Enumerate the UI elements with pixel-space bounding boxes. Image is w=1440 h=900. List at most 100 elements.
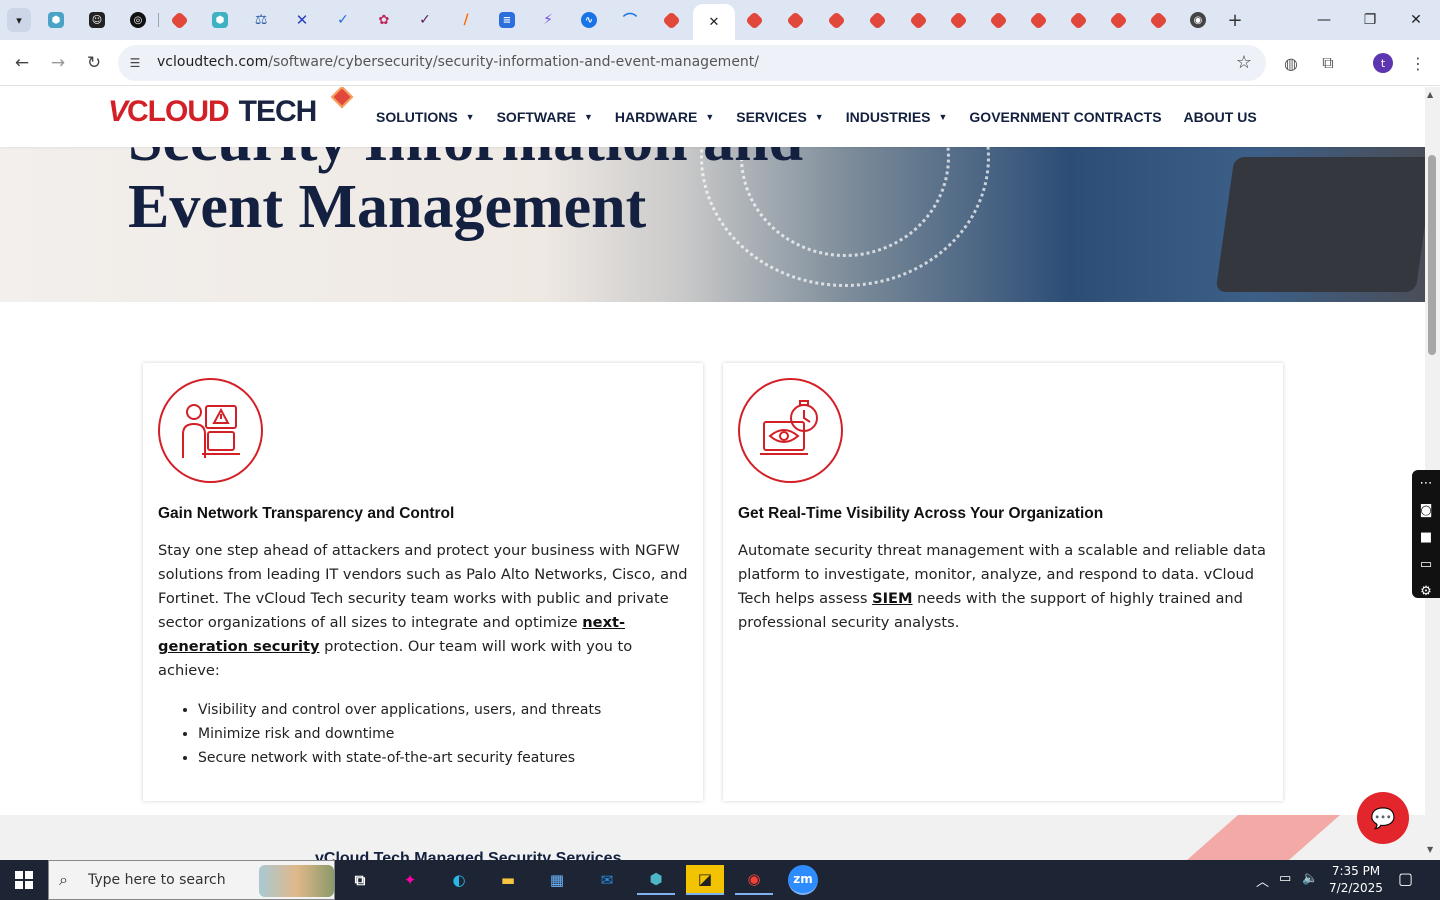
more-menu-icon[interactable]: ⋮ [1407,52,1429,74]
sticky-notes-icon[interactable]: ◪ [686,865,724,895]
browser-tab[interactable]: ⚡ [528,6,568,34]
tab-favicon-icon [1068,10,1088,30]
menu-item-about-us[interactable]: ABOUT US [1184,109,1257,125]
search-icon: ⌕ [59,870,68,889]
siem-link[interactable]: SIEM [872,590,912,607]
gear-icon[interactable]: ⚙ [1412,578,1440,605]
browser-tab[interactable]: ✿ [364,6,404,34]
notifications-icon[interactable]: ▢ [1398,869,1413,888]
tab-favicon-icon [1148,10,1168,30]
menu-label: HARDWARE [614,109,698,125]
browser-tab[interactable] [857,6,897,34]
browser-tab[interactable]: ◉ [1178,6,1218,34]
browser-tab[interactable] [1138,6,1178,34]
card-title: Gain Network Transparency and Control [158,505,455,522]
browser-tab[interactable]: / [446,6,486,34]
extensions-icon[interactable]: ⧉ [1317,52,1339,74]
chrome-taskbar-icon[interactable]: ◉ [735,865,773,895]
window-icon[interactable]: ▭ [1412,551,1440,578]
menu-item-government-contracts[interactable]: GOVERNMENT CONTRACTS [969,109,1161,125]
chat-icon[interactable]: 💬 [1357,792,1409,844]
menu-item-solutions[interactable]: SOLUTIONS ▼ [376,109,475,125]
back-icon[interactable]: ← [10,51,34,75]
browser-tab[interactable] [1098,6,1138,34]
app-icon[interactable]: ⬢ [637,865,675,895]
caret-down-icon: ▼ [583,112,593,122]
minimize-icon[interactable]: — [1312,8,1336,32]
edge-icon[interactable]: ◐ [440,865,478,895]
tab-favicon-icon: ✓ [419,12,431,28]
close-tab-icon[interactable]: ✕ [709,15,720,30]
card-body: Automate security threat management with… [738,539,1268,635]
forward-icon[interactable]: → [46,51,70,75]
logo-cube-icon [330,87,354,109]
tab-search-dropdown-icon[interactable]: ▾ [7,8,31,32]
translate-icon[interactable]: ◍ [1280,52,1302,74]
scroll-down-icon[interactable]: ▼ [1427,845,1433,854]
browser-tab[interactable]: ✓ [405,6,445,34]
site-logo[interactable]: V CLOUD TECH [108,87,354,129]
zoom-icon[interactable]: zm [788,865,818,895]
browser-tab[interactable] [938,6,978,34]
browser-tab[interactable] [978,6,1018,34]
task-view-icon[interactable]: ⧉ [341,865,379,895]
browser-tab[interactable]: ◎ [118,6,158,34]
browser-tab[interactable]: ✓ [323,6,363,34]
browser-tab[interactable] [734,6,774,34]
browser-tab[interactable]: ☺ [77,6,117,34]
url-text[interactable]: vcloudtech.com/software/cybersecurity/se… [157,54,759,70]
tab-favicon-icon [785,10,805,30]
menu-item-hardware[interactable]: HARDWARE ▼ [615,109,714,125]
site-header: V CLOUD TECH SOLUTIONS ▼ SOFTWARE ▼ HARDWARE… [0,87,1425,147]
file-explorer-icon[interactable]: ▬ [489,865,527,895]
scroll-up-icon[interactable]: ▲ [1427,90,1433,99]
new-tab-button[interactable]: + [1224,9,1246,31]
browser-tab[interactable]: ⚖ [241,6,281,34]
menu-item-industries[interactable]: INDUSTRIES ▼ [846,109,948,125]
tab-favicon-icon [826,10,846,30]
video-icon[interactable]: ■ [1412,524,1440,551]
restore-icon[interactable]: ❐ [1358,8,1382,32]
profile-avatar[interactable]: t [1373,53,1393,73]
copilot-icon[interactable]: ✦ [391,865,429,895]
scrollbar-thumb[interactable] [1428,155,1436,355]
browser-tab[interactable] [651,6,691,34]
tab-favicon-icon: ☺ [89,12,105,28]
check-icon: ✓ [337,12,349,28]
browser-tab[interactable] [159,6,199,34]
browser-tab[interactable] [1018,6,1058,34]
menu-label: ABOUT US [1183,109,1257,125]
mail-icon[interactable]: ✉ [588,865,626,895]
reload-icon[interactable]: ↻ [82,51,106,75]
address-bar[interactable]: ☰ vcloudtech.com/software/cybersecurity/… [118,45,1266,81]
browser-tab[interactable] [816,6,856,34]
browser-tab[interactable]: ✕ [282,6,322,34]
menu-item-software[interactable]: SOFTWARE ▼ [497,109,593,125]
bookmark-star-icon[interactable]: ☆ [1236,52,1252,73]
taskbar-search[interactable]: ⌕ Type here to search [48,860,335,900]
tray-chevron-icon[interactable]: ︿ [1256,871,1269,890]
browser-tab[interactable]: ≡ [487,6,527,34]
browser-tab[interactable] [898,6,938,34]
camera-icon[interactable]: ◙ [1412,497,1440,524]
browser-tab[interactable]: ∿ [569,6,609,34]
windows-start-icon[interactable] [0,860,48,900]
store-icon[interactable]: ▦ [538,865,576,895]
close-window-icon[interactable]: ✕ [1404,8,1428,32]
tab-favicon-icon [169,10,189,30]
browser-tab-active[interactable]: ✕ [693,4,735,40]
site-info-icon[interactable]: ☰ [126,54,144,72]
windows-taskbar: ⌕ Type here to search ⧉ ✦ ◐ ▬ ▦ ✉ ⬢ ◪ ◉ … [0,860,1440,900]
browser-tab[interactable]: ⬢ [200,6,240,34]
system-clock[interactable]: 7:35 PM 7/2/2025 [1316,863,1396,897]
menu-item-services[interactable]: SERVICES ▼ [736,109,823,125]
tab-favicon-icon [908,10,928,30]
browser-tab[interactable]: ⌒ [610,6,650,34]
network-icon[interactable]: ▭ [1279,871,1291,886]
browser-tab[interactable]: ⬢ [36,6,76,34]
more-icon[interactable]: ⋯ [1412,470,1440,497]
clock-time: 7:35 PM [1331,864,1381,878]
browser-tab[interactable] [1058,6,1098,34]
tab-favicon-icon: / [463,12,469,28]
browser-tab[interactable] [775,6,815,34]
